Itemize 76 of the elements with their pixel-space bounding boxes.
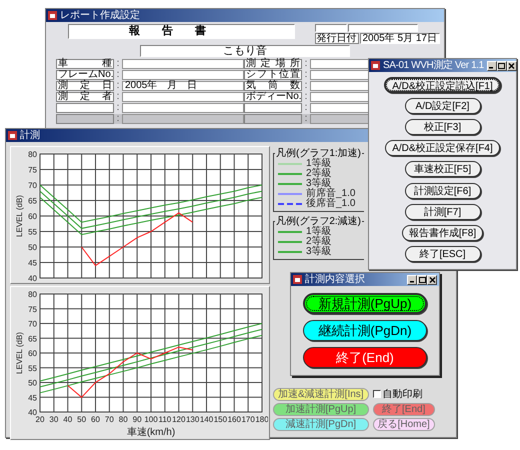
axis-tick-label: 90 <box>132 415 142 424</box>
axis-tick-label: 150 <box>214 415 228 424</box>
legend-label: 前席音_1.0 <box>306 189 356 199</box>
axis-tick-label: 40 <box>28 274 37 282</box>
field-label: 測定場所 <box>244 59 302 69</box>
axis-tick-label: 30 <box>49 415 58 424</box>
window-title: レポート作成設定 <box>60 10 141 22</box>
axis-tick-label: 80 <box>118 415 128 424</box>
axis-tick-label: 120 <box>172 415 186 424</box>
colon-mark: : <box>116 92 120 102</box>
axis-tick-label: 55 <box>28 364 37 373</box>
axis-tick-label: 70 <box>104 415 114 424</box>
axis-tick-label: 110 <box>158 415 172 424</box>
field-label: 測定者 <box>56 92 114 102</box>
axis-tick-label: 75 <box>28 304 37 314</box>
colon-mark: : <box>116 81 120 91</box>
window-title: 計測 <box>20 130 41 142</box>
report-heading: 報 告 書 <box>68 24 294 39</box>
colon-mark: : <box>304 92 308 102</box>
axis-tick-label: 60 <box>91 415 100 424</box>
legend-label: 3等級 <box>306 179 332 189</box>
field-label: 車種 <box>56 59 114 69</box>
axis-tick-label: 45 <box>28 258 37 268</box>
colon-mark: : <box>116 103 120 113</box>
colon-mark: : <box>116 70 120 80</box>
axis-tick-label: 70 <box>28 181 37 190</box>
legend-label: 1等級 <box>306 227 332 237</box>
axis-tick-label: 140 <box>200 415 214 424</box>
colon-mark: : <box>114 114 122 124</box>
field-label: 発行日付 <box>314 33 358 44</box>
axis-tick-label: 60 <box>28 212 37 221</box>
axis-tick-label: 40 <box>28 408 37 417</box>
field-label: フレームNo. <box>56 70 114 80</box>
axis-tick-label: 80 <box>28 290 37 299</box>
report-subtitle: こもり音 <box>140 45 350 57</box>
colon-mark: : <box>304 70 308 80</box>
window-title: SA-01 WVH測定 Ver 1.1 <box>383 60 484 72</box>
axis-tick-label: 40 <box>63 415 72 424</box>
field-label: 気筒数 <box>244 81 302 91</box>
axis-tick-label: 75 <box>28 166 37 174</box>
colon-mark: : <box>304 81 308 91</box>
checkbox-label: 自動印刷 <box>382 388 423 401</box>
legend-label: 2等級 <box>306 237 332 247</box>
axis-tick-label: 50 <box>77 415 86 424</box>
axis-tick-label: 65 <box>28 196 37 206</box>
axis-tick-label: 20 <box>36 415 44 424</box>
axis-tick-label: 130 <box>186 415 200 424</box>
axis-tick-label: 70 <box>28 320 37 328</box>
axis-tick-label: 45 <box>28 393 37 402</box>
axis-title: LEVEL (dB) <box>15 195 24 237</box>
axis-tick-label: 55 <box>28 228 37 236</box>
legend-label: 1等級 <box>306 159 332 169</box>
axis-tick-label: 50 <box>28 378 37 388</box>
legend-label: 2等級 <box>306 169 332 179</box>
legend-title: 凡例(グラフ2:減速) <box>275 216 362 227</box>
axis-tick-label: 65 <box>28 334 37 344</box>
colon-mark: : <box>304 59 308 69</box>
field-label: 測定日 <box>56 81 114 91</box>
axis-tick-label: 100 <box>144 415 158 424</box>
legend-label: 後席音_1.0 <box>306 199 356 209</box>
axis-tick-label: 170 <box>241 415 255 424</box>
colon-mark: : <box>304 103 308 113</box>
axis-tick-label: 60 <box>28 349 37 358</box>
axis-tick-label: 160 <box>228 415 241 424</box>
field-label: ボディーNo. <box>244 92 302 102</box>
axis-tick-label: 180 <box>255 415 268 424</box>
axis-tick-label: 50 <box>28 243 37 252</box>
field-label: シフト位置 <box>244 70 302 80</box>
axis-title: LEVEL (dB) <box>15 332 24 374</box>
window-title: 計測内容選択 <box>305 274 366 286</box>
colon-mark: : <box>302 114 310 124</box>
colon-mark: : <box>116 59 120 69</box>
legend-title: 凡例(グラフ1:加速) <box>275 148 362 159</box>
axis-title: 車速(km/h) <box>126 427 176 438</box>
legend-label: 3等級 <box>306 247 332 257</box>
axis-tick-label: 80 <box>28 150 37 159</box>
